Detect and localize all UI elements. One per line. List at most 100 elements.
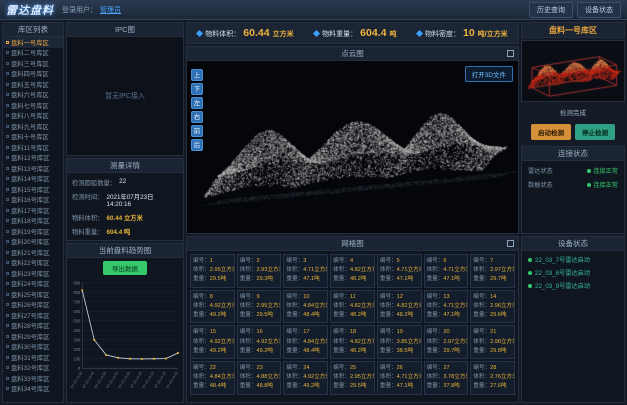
grid-cell[interactable]: 编号：22体积：4.84立方米重量：48.4吨 [190,361,235,395]
warehouse-list-item[interactable]: 盘料二号库区 [3,48,63,59]
device-row: 22_03_7号雷达启动 [522,251,624,264]
warehouse-list-item[interactable]: 盘料29号库区 [3,331,63,342]
grid-cell-label: 编号： [333,294,350,300]
warehouse-list-item[interactable]: 盘料15号库区 [3,184,63,195]
stat-unit: 立方米 [273,29,294,39]
warehouse-list-item[interactable]: 盘料九号库区 [3,121,63,132]
warehouse-list-item[interactable]: 盘料13号库区 [3,163,63,174]
point-cloud-viewport[interactable]: 上下左右前后 打开3D文件 [187,61,518,233]
svg-text:07-23 14:20: 07-23 14:20 [166,371,179,389]
grid-cell[interactable]: 编号：17体积：4.84立方米重量：48.4吨 [283,325,328,359]
warehouse-list-item[interactable]: 盘料三号库区 [3,58,63,69]
warehouse-list-item[interactable]: 盘料28号库区 [3,321,63,332]
grid-cell[interactable]: 编号：8体积：4.92立方米重量：49.2吨 [190,290,235,324]
history-query-button[interactable]: 历史查询 [529,2,573,18]
warehouse-list-item[interactable]: 盘料25号库区 [3,289,63,300]
grid-cell[interactable]: 编号：20体积：2.97立方米重量：29.7吨 [424,325,469,359]
grid-cell[interactable]: 编号：28体积：2.76立方米重量：27.6吨 [470,361,515,395]
grid-cell[interactable]: 编号：1体积：2.95立方米重量：29.5吨 [190,254,235,288]
fullscreen-icon[interactable] [507,240,514,247]
grid-cell[interactable]: 编号：7体积：2.97立方米重量：29.7吨 [470,254,515,288]
export-data-button[interactable]: 导出数据 [103,261,147,275]
warehouse-list-item[interactable]: 盘料26号库区 [3,300,63,311]
svg-text:300: 300 [73,337,80,342]
grid-cell[interactable]: 编号：11体积：4.82立方米重量：48.2吨 [330,290,375,324]
user-link[interactable]: 管理员 [100,5,121,15]
warehouse-list-item[interactable]: 盘料24号库区 [3,279,63,290]
camera-view-button[interactable]: 左 [191,97,203,109]
warehouse-list-item[interactable]: 盘料20号库区 [3,237,63,248]
warehouse-list-item[interactable]: 盘料27号库区 [3,310,63,321]
warehouse-item-label: 盘料16号库区 [11,195,50,204]
camera-view-button[interactable]: 后 [191,139,203,151]
camera-view-button[interactable]: 上 [191,69,203,81]
grid-cell[interactable]: 编号：4体积：4.82立方米重量：48.2吨 [330,254,375,288]
warehouse-list-item[interactable]: 盘料22号库区 [3,258,63,269]
user-label: 登录用户： [62,5,97,15]
warehouse-list-item[interactable]: 盘料16号库区 [3,195,63,206]
grid-cell-label: 体积： [193,339,210,345]
grid-cell-value: 29.8吨 [490,348,506,354]
warehouse-list-item[interactable]: 盘料34号库区 [3,384,63,395]
grid-cell[interactable]: 编号：13体积：4.71立方米重量：47.1吨 [424,290,469,324]
warehouse-list-item[interactable]: 盘料六号库区 [3,90,63,101]
grid-cell-label: 编号： [427,329,444,335]
grid-cell[interactable]: 编号：24体积：4.92立方米重量：49.2吨 [283,361,328,395]
warehouse-list-item[interactable]: 盘料18号库区 [3,216,63,227]
grid-cell-line: 体积：2.76立方米 [473,373,512,382]
warehouse-list-item[interactable]: 盘料33号库区 [3,373,63,384]
warehouse-list-item[interactable]: 盘料11号库区 [3,142,63,153]
warehouse-list-item[interactable]: 盘料21号库区 [3,247,63,258]
warehouse-list-item[interactable]: 盘料五号库区 [3,79,63,90]
grid-cell[interactable]: 编号：19体积：3.85立方米重量：38.5吨 [377,325,422,359]
grid-cell[interactable]: 编号：6体积：4.71立方米重量：47.1吨 [424,254,469,288]
grid-cell[interactable]: 编号：16体积：4.92立方米重量：49.2吨 [237,325,282,359]
warehouse-list-item[interactable]: 盘料一号库区 [3,37,63,48]
warehouse-list-item[interactable]: 盘料四号库区 [3,69,63,80]
grid-cell[interactable]: 编号：14体积：2.96立方米重量：29.6吨 [470,290,515,324]
measure-row-label: 检测圆弧数量： [72,178,116,187]
grid-cell-label: 编号： [473,365,490,371]
start-detect-button[interactable]: 启动检测 [531,124,571,140]
ipc-panel: IPC图 暂无IPC接入 [66,22,184,156]
open-3d-file-button[interactable]: 打开3D文件 [465,66,513,82]
grid-cell[interactable]: 编号：27体积：3.78立方米重量：37.8吨 [424,361,469,395]
grid-cell-value: 47.1吨 [303,276,319,282]
camera-view-button[interactable]: 右 [191,111,203,123]
grid-cell-line: 编号：5 [380,257,419,266]
grid-cell[interactable]: 编号：12体积：4.82立方米重量：48.2吨 [377,290,422,324]
grid-cell[interactable]: 编号：21体积：2.98立方米重量：29.8吨 [470,325,515,359]
grid-cell[interactable]: 编号：2体积：2.93立方米重量：29.3吨 [237,254,282,288]
grid-cell[interactable]: 编号：18体积：4.82立方米重量：48.2吨 [330,325,375,359]
device-row-text: 22_03_7号雷达启动 [535,255,590,264]
grid-cell[interactable]: 编号：5体积：4.71立方米重量：47.1吨 [377,254,422,288]
warehouse-list-item[interactable]: 盘料30号库区 [3,342,63,353]
grid-cell[interactable]: 编号：10体积：4.84立方米重量：48.4吨 [283,290,328,324]
grid-cell[interactable]: 编号：23体积：4.88立方米重量：48.8吨 [237,361,282,395]
warehouse-list-item[interactable]: 盘料七号库区 [3,100,63,111]
warehouse-list-item[interactable]: 盘料19号库区 [3,226,63,237]
warehouse-list-item[interactable]: 盘料31号库区 [3,352,63,363]
grid-cell[interactable]: 编号：26体积：4.71立方米重量：47.1吨 [377,361,422,395]
grid-cell[interactable]: 编号：15体积：4.92立方米重量：49.2吨 [190,325,235,359]
grid-body[interactable]: 编号：1体积：2.95立方米重量：29.5吨编号：2体积：2.93立方米重量：2… [187,251,518,402]
grid-cell-line: 重量：27.6吨 [473,382,512,391]
grid-cell-line: 体积：4.71立方米 [286,266,325,275]
warehouse-list-item[interactable]: 盘料14号库区 [3,174,63,185]
device-status-button[interactable]: 设备状态 [577,2,621,18]
view-buttons: 上下左右前后 [191,69,203,151]
grid-cell[interactable]: 编号：25体积：2.95立方米重量：29.5吨 [330,361,375,395]
camera-view-button[interactable]: 前 [191,125,203,137]
warehouse-list-item[interactable]: 盘料32号库区 [3,363,63,374]
warehouse-list-item[interactable]: 盘料八号库区 [3,111,63,122]
stop-detect-button[interactable]: 停止检测 [575,124,615,140]
fullscreen-icon[interactable] [507,50,514,57]
grid-cell-label: 重量： [193,383,210,389]
warehouse-list-item[interactable]: 盘料17号库区 [3,205,63,216]
grid-cell[interactable]: 编号：9体积：2.95立方米重量：29.5吨 [237,290,282,324]
camera-view-button[interactable]: 下 [191,83,203,95]
warehouse-list-item[interactable]: 盘料12号库区 [3,153,63,164]
grid-cell[interactable]: 编号：3体积：4.71立方米重量：47.1吨 [283,254,328,288]
warehouse-list-item[interactable]: 盘料十号库区 [3,132,63,143]
warehouse-list-item[interactable]: 盘料23号库区 [3,268,63,279]
